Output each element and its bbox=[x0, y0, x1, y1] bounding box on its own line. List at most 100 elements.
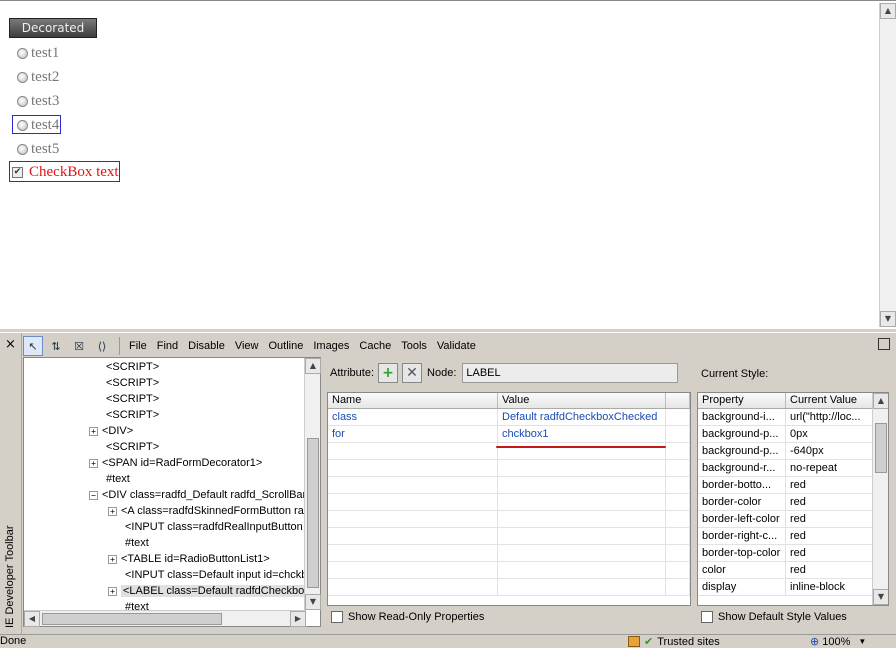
scroll-right-icon[interactable]: ▶ bbox=[290, 611, 306, 627]
style-grid-header: Property Current Value bbox=[698, 393, 888, 409]
style-property: border-color bbox=[698, 494, 786, 510]
checkbox-checked-icon[interactable]: ✔ bbox=[12, 166, 23, 178]
style-row[interactable]: border-left-color red bbox=[698, 511, 888, 528]
radio-button-icon[interactable] bbox=[17, 47, 28, 59]
style-row[interactable]: background-i... url("http://loc... bbox=[698, 409, 888, 426]
restore-window-icon[interactable] bbox=[878, 338, 890, 350]
current-style-grid: Property Current Value background-i... ur… bbox=[697, 392, 889, 606]
scroll-left-icon[interactable]: ◀ bbox=[24, 611, 40, 627]
show-readonly-toggle[interactable]: Show Read-Only Properties bbox=[331, 611, 484, 623]
checkbox-row[interactable]: ✔ CheckBox text bbox=[12, 163, 119, 181]
menu-file[interactable]: File bbox=[124, 336, 152, 356]
scroll-thumb[interactable] bbox=[307, 438, 319, 588]
attribute-value[interactable]: Default radfdCheckboxChecked bbox=[498, 409, 666, 425]
checkbox-label[interactable]: CheckBox text bbox=[29, 164, 119, 181]
expand-icon[interactable]: + bbox=[89, 458, 98, 468]
menu-validate[interactable]: Validate bbox=[432, 336, 481, 356]
tree-node[interactable]: + <SPAN id=RadFormDecorator1> bbox=[89, 455, 262, 471]
column-header-name[interactable]: Name bbox=[328, 393, 498, 408]
radio-test5[interactable]: test5 bbox=[17, 140, 59, 158]
style-row[interactable]: background-p... -640px bbox=[698, 443, 888, 460]
tree-node[interactable]: <INPUT class=radfdRealInputButton bbox=[125, 519, 303, 535]
menu-find[interactable]: Find bbox=[152, 336, 183, 356]
devbar-side-strip: × IE Developer Toolbar bbox=[0, 333, 22, 635]
view-source-icon[interactable]: ⟨⟩ bbox=[92, 336, 112, 356]
expand-icon[interactable]: + bbox=[108, 506, 117, 516]
remove-attribute-icon[interactable]: ✕ bbox=[402, 363, 423, 383]
column-header-property[interactable]: Property bbox=[698, 393, 786, 408]
tree-node[interactable]: − <DIV class=radfd_Default radfd_ScrollBa… bbox=[89, 487, 306, 503]
menu-images[interactable]: Images bbox=[308, 336, 354, 356]
radio-test1[interactable]: test1 bbox=[17, 44, 59, 62]
tree-node[interactable]: <SCRIPT> bbox=[106, 391, 159, 407]
style-scrollbar[interactable]: ▲ ▼ bbox=[872, 393, 888, 605]
radio-button-icon[interactable] bbox=[17, 119, 28, 131]
tree-node-selected[interactable]: + <LABEL class=Default radfdCheckbox bbox=[108, 583, 312, 599]
menu-outline[interactable]: Outline bbox=[263, 336, 308, 356]
style-row[interactable]: border-top-color red bbox=[698, 545, 888, 562]
clear-outline-icon[interactable]: ☒ bbox=[69, 336, 89, 356]
scroll-up-icon[interactable]: ▲ bbox=[873, 393, 888, 409]
tree-node[interactable]: #text bbox=[106, 471, 130, 487]
tree-node[interactable]: <SCRIPT> bbox=[106, 375, 159, 391]
checkbox-icon[interactable] bbox=[331, 611, 343, 623]
attribute-name[interactable]: class bbox=[328, 409, 498, 425]
checkbox-icon[interactable] bbox=[701, 611, 713, 623]
radio-button-icon[interactable] bbox=[17, 71, 28, 83]
menu-disable[interactable]: Disable bbox=[183, 336, 230, 356]
zoom-control[interactable]: ⊕ 100% ▼ bbox=[810, 635, 866, 648]
select-element-icon[interactable]: ↖ bbox=[23, 336, 43, 356]
style-row[interactable]: display inline-block bbox=[698, 579, 888, 596]
style-row[interactable]: background-r... no-repeat bbox=[698, 460, 888, 477]
refresh-dom-icon[interactable]: ⇅ bbox=[46, 336, 66, 356]
style-row[interactable]: background-p... 0px bbox=[698, 426, 888, 443]
scroll-thumb[interactable] bbox=[875, 423, 887, 473]
expand-icon[interactable]: + bbox=[108, 586, 117, 596]
radio-button-icon[interactable] bbox=[17, 95, 28, 107]
menu-cache[interactable]: Cache bbox=[354, 336, 396, 356]
tree-node[interactable]: <INPUT class=Default input id=chckb bbox=[125, 567, 307, 583]
attribute-row[interactable]: for chckbox1 bbox=[328, 426, 690, 443]
attribute-name[interactable]: for bbox=[328, 426, 498, 442]
scroll-down-icon[interactable]: ▼ bbox=[305, 594, 321, 610]
devbar-title: IE Developer Toolbar bbox=[4, 525, 16, 628]
scroll-up-icon[interactable]: ▲ bbox=[880, 3, 896, 19]
tree-scrollbar-vertical[interactable]: ▲ ▼ bbox=[304, 358, 321, 610]
expand-icon[interactable]: + bbox=[89, 426, 98, 436]
security-zone[interactable]: ✔ Trusted sites bbox=[628, 635, 720, 648]
radio-test4[interactable]: test4 bbox=[17, 116, 59, 134]
tree-node[interactable]: <SCRIPT> bbox=[106, 439, 159, 455]
scroll-thumb[interactable] bbox=[42, 613, 222, 625]
collapse-icon[interactable]: − bbox=[89, 490, 98, 500]
show-readonly-label: Show Read-Only Properties bbox=[348, 611, 485, 623]
decorated-button[interactable]: Decorated bbox=[9, 18, 97, 38]
scroll-up-icon[interactable]: ▲ bbox=[305, 358, 321, 374]
style-row[interactable]: border-botto... red bbox=[698, 477, 888, 494]
style-row[interactable]: border-right-c... red bbox=[698, 528, 888, 545]
tree-node[interactable]: + <TABLE id=RadioButtonList1> bbox=[108, 551, 270, 567]
tree-node[interactable]: <SCRIPT> bbox=[106, 359, 159, 375]
scroll-down-icon[interactable]: ▼ bbox=[880, 311, 896, 327]
close-icon[interactable]: × bbox=[5, 337, 16, 352]
show-default-toggle[interactable]: Show Default Style Values bbox=[701, 611, 847, 623]
tree-node[interactable]: + <A class=radfdSkinnedFormButton ra bbox=[108, 503, 304, 519]
column-header-value[interactable]: Value bbox=[498, 393, 666, 408]
radio-test3[interactable]: test3 bbox=[17, 92, 59, 110]
style-row[interactable]: border-color red bbox=[698, 494, 888, 511]
tree-node[interactable]: #text bbox=[125, 535, 149, 551]
tree-node[interactable]: + <DIV> bbox=[89, 423, 133, 439]
style-row[interactable]: color red bbox=[698, 562, 888, 579]
menu-tools[interactable]: Tools bbox=[396, 336, 432, 356]
expand-icon[interactable]: + bbox=[108, 554, 117, 564]
scroll-down-icon[interactable]: ▼ bbox=[873, 589, 888, 605]
tree-scrollbar-horizontal[interactable]: ◀ ▶ bbox=[24, 610, 306, 627]
radio-test2[interactable]: test2 bbox=[17, 68, 59, 86]
chevron-down-icon[interactable]: ▼ bbox=[858, 637, 866, 646]
attribute-row[interactable]: class Default radfdCheckboxChecked bbox=[328, 409, 690, 426]
page-scrollbar[interactable]: ▲ ▼ bbox=[879, 3, 896, 327]
add-attribute-icon[interactable]: + bbox=[378, 363, 399, 383]
attribute-value[interactable]: chckbox1 bbox=[498, 426, 666, 442]
tree-node[interactable]: <SCRIPT> bbox=[106, 407, 159, 423]
menu-view[interactable]: View bbox=[230, 336, 264, 356]
radio-button-icon[interactable] bbox=[17, 143, 28, 155]
